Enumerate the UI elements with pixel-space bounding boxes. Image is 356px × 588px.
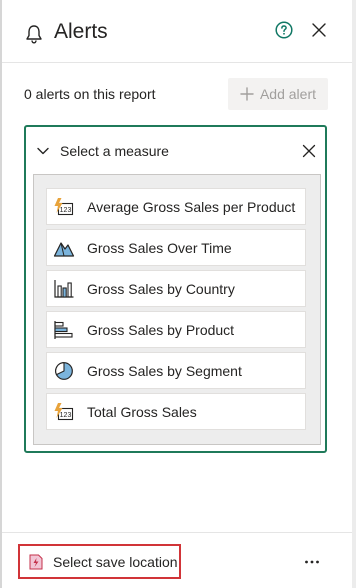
- help-circle-icon[interactable]: [275, 21, 293, 39]
- svg-text:123: 123: [60, 412, 72, 419]
- measure-item-gross-sales-by-product[interactable]: Gross Sales by Product: [46, 311, 306, 348]
- alerts-header: Alerts: [0, 0, 352, 62]
- save-location-label: Select save location: [53, 553, 178, 570]
- svg-text:123: 123: [60, 207, 72, 214]
- pie-chart-icon: [55, 361, 73, 380]
- measure-picker-card: Select a measure 123 Average Gross Sales…: [24, 125, 327, 453]
- close-icon[interactable]: [311, 22, 327, 38]
- footer-divider: [2, 532, 352, 533]
- bar-chart-icon: [54, 320, 73, 339]
- measure-item-label: Average Gross Sales per Product: [87, 198, 296, 215]
- card-visual-icon: 123: [54, 402, 74, 420]
- plus-icon: [240, 87, 254, 101]
- measure-item-label: Gross Sales by Country: [87, 280, 235, 297]
- add-alert-label: Add alert: [259, 86, 317, 102]
- measure-item-average-gross-sales-per-product[interactable]: 123 Average Gross Sales per Product: [46, 188, 306, 225]
- add-alert-button[interactable]: Add alert: [228, 78, 328, 110]
- panel-scroll-track: [352, 0, 356, 588]
- header-divider: [2, 62, 352, 63]
- more-icon[interactable]: [303, 553, 321, 571]
- page-title: Alerts: [54, 20, 108, 43]
- chevron-down-icon[interactable]: [36, 146, 50, 156]
- measure-item-gross-sales-by-segment[interactable]: Gross Sales by Segment: [46, 352, 306, 389]
- measure-item-label: Gross Sales by Product: [87, 321, 235, 338]
- measure-item-gross-sales-by-country[interactable]: Gross Sales by Country: [46, 270, 306, 307]
- measure-item-label: Gross Sales Over Time: [87, 239, 232, 256]
- select-save-location-button[interactable]: Select save location: [18, 544, 181, 579]
- bell-icon: [26, 25, 42, 44]
- close-icon[interactable]: [302, 144, 316, 158]
- card-visual-icon: 123: [54, 197, 74, 215]
- panel-left-border: [0, 0, 2, 588]
- measure-item-label: Gross Sales by Segment: [87, 362, 242, 379]
- measure-item-gross-sales-over-time[interactable]: Gross Sales Over Time: [46, 229, 306, 266]
- measure-picker-title: Select a measure: [60, 143, 169, 159]
- measure-item-total-gross-sales[interactable]: 123 Total Gross Sales: [46, 393, 306, 430]
- save-location-icon: [29, 554, 43, 569]
- area-chart-icon: [53, 241, 75, 257]
- alert-count-text: 0 alerts on this report: [24, 86, 156, 102]
- column-chart-icon: [54, 279, 74, 298]
- measure-list: 123 Average Gross Sales per Product Gros…: [33, 174, 321, 445]
- measure-item-label: Total Gross Sales: [87, 403, 197, 420]
